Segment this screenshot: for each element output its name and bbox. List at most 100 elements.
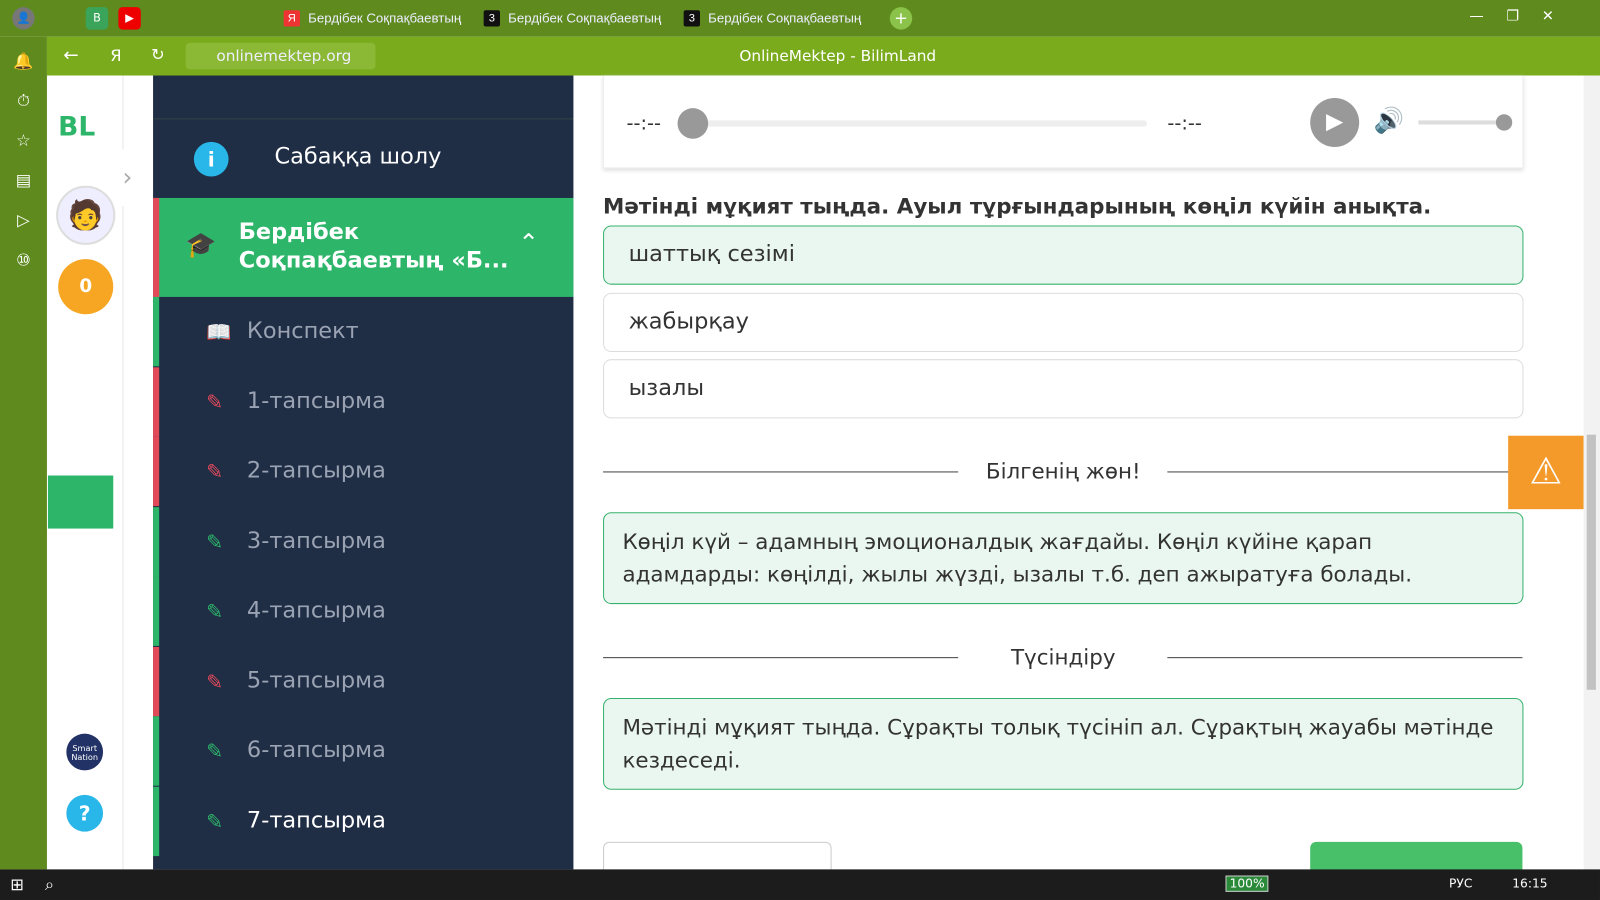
volume-icon[interactable]: 🔊	[1373, 106, 1404, 135]
new-tab-button[interactable]: +	[889, 7, 913, 30]
nav-item[interactable]: ✎ 4-тапсырма	[153, 576, 573, 646]
status-strip	[153, 436, 160, 507]
start-icon[interactable]: ⊞	[10, 874, 24, 893]
language-indicator[interactable]: РУС	[1449, 877, 1472, 891]
avatar[interactable]: 🧑	[56, 185, 116, 245]
volume-slider[interactable]	[1418, 114, 1513, 131]
status-strip	[153, 506, 160, 577]
nav-item-label: 3-тапсырма	[246, 528, 386, 554]
url-field[interactable]: onlinemektep.org	[185, 42, 376, 70]
edit-icon: ✎	[206, 668, 224, 694]
answer-option[interactable]: ызалы	[603, 359, 1524, 419]
site-icon: 3	[483, 10, 500, 27]
browser-sidebar: 🔔 ⏱ ☆ ▤ ▷ ⑩	[0, 36, 47, 870]
info-icon: i	[193, 141, 229, 177]
browser-tab[interactable]: 3 Бердібек Соқпақбаевтың	[682, 6, 876, 30]
option-label: жабырқау	[628, 309, 749, 335]
scrollbar[interactable]	[1583, 75, 1600, 870]
question-text: Мәтінді мұқият тыңда. Ауыл тұрғындарының…	[603, 193, 1432, 219]
edit-icon: ✎	[206, 459, 224, 484]
answer-option[interactable]: жабырқау	[603, 292, 1524, 353]
reload-icon[interactable]: ↻	[151, 45, 165, 64]
edit-icon: ✎	[206, 808, 224, 834]
bilimland-logo[interactable]: BL	[58, 112, 95, 143]
browser-tab-bar: 👤 B ▶ Я Бердібек Соқпақбаевтың 3 Бердібек …	[0, 0, 1600, 37]
nav-overview[interactable]: i Сабаққа шолу	[153, 118, 574, 198]
nav-item[interactable]: ✎ 7-тапсырма	[153, 786, 573, 856]
tab-label: Бердібек Соқпақбаевтың	[308, 10, 462, 26]
chevron-up-icon[interactable]: ⌃	[518, 229, 539, 258]
edit-icon: ✎	[206, 389, 224, 414]
know-heading: Білгенің жөн!	[985, 459, 1141, 484]
nav-item[interactable]: ✎ 1-тапсырма	[153, 366, 573, 437]
seek-handle[interactable]	[677, 108, 709, 139]
lesson-nav: i Сабаққа шолу 🎓 Бердібек Соқпақбаевтың …	[153, 75, 574, 870]
audio-player: --:-- --:-- ▶ 🔊	[603, 75, 1524, 169]
onlinemektep-button[interactable]	[47, 475, 114, 529]
address-bar: ← Я ↻ onlinemektep.org OnlineMektep - Bi…	[46, 36, 1600, 76]
nav-item[interactable]: ✎ 2-тапсырма	[153, 436, 573, 507]
nav-item[interactable]: 📖 Конспект	[153, 296, 573, 367]
nav-item-label: 2-тапсырма	[246, 458, 386, 484]
nav-current-label: Бердібек Соқпақбаевтың «Б...	[238, 219, 509, 274]
play-button[interactable]: ▶	[1310, 97, 1360, 147]
know-text: Көңіл күй – адамның эмоционалдық жағдайы…	[603, 512, 1524, 605]
yandex-icon: Я	[283, 10, 300, 27]
option-label: ызалы	[628, 375, 705, 402]
browser-tab[interactable]: Я Бердібек Соқпақбаевтың	[282, 6, 476, 30]
tab-label: Бердібек Соқпақбаевтың	[708, 10, 862, 26]
pinned-tab[interactable]: B	[85, 7, 109, 30]
status-strip	[153, 366, 160, 437]
volume-handle[interactable]	[1495, 114, 1513, 131]
graduation-cap-icon: 🎓	[185, 230, 217, 260]
score-badge: 0	[58, 259, 114, 315]
nav-item[interactable]: ✎ 6-тапсырма	[153, 716, 573, 786]
nav-current-lesson[interactable]: 🎓 Бердібек Соқпақбаевтың «Б... ⌃	[153, 197, 574, 297]
clock[interactable]: 16:15	[1512, 877, 1547, 891]
help-button[interactable]: ?	[66, 794, 104, 832]
windows-taskbar: ⊞ ⌕ 100% РУС 16:15	[0, 869, 1600, 900]
youtube-icon[interactable]: ▶	[118, 7, 141, 30]
nav-item-label: Конспект	[246, 318, 359, 344]
status-strip	[153, 716, 160, 786]
explain-heading: Түсіндіру	[1010, 644, 1116, 670]
option-label: шаттық сезімі	[628, 241, 795, 268]
explain-text: Мәтінді мұқият тыңда. Сұрақты толық түсі…	[603, 697, 1524, 790]
window-controls[interactable]: — ❐ ✕	[1469, 8, 1553, 24]
nav-item-label: 1-тапсырма	[246, 388, 386, 414]
book-icon: 📖	[206, 319, 232, 344]
edit-icon: ✎	[206, 738, 224, 764]
status-strip	[153, 576, 160, 646]
site-icon: 3	[683, 10, 700, 27]
url-text: onlinemektep.org	[216, 46, 352, 66]
status-strip	[153, 296, 160, 367]
yandex-icon[interactable]: Я	[110, 46, 121, 65]
status-strip	[153, 786, 160, 856]
nav-item[interactable]: ✎ 3-тапсырма	[153, 506, 573, 577]
seek-slider[interactable]	[677, 108, 1147, 139]
profile-icon[interactable]: 👤	[12, 7, 35, 30]
answer-option[interactable]: шаттық сезімі	[603, 225, 1524, 285]
search-icon[interactable]: ⌕	[45, 874, 54, 894]
scrollbar-thumb[interactable]	[1586, 434, 1596, 690]
total-time: --:--	[1167, 112, 1202, 135]
nav-item-label: 6-тапсырма	[246, 737, 386, 764]
nav-item-label: 5-тапсырма	[246, 667, 386, 694]
nav-item-label: 7-тапсырма	[246, 807, 386, 834]
back-icon[interactable]: ←	[63, 45, 78, 66]
sidebar-icons[interactable]: 🔔 ⏱ ☆ ▤ ▷ ⑩	[0, 41, 47, 280]
main-content: --:-- --:-- ▶ 🔊 Мәтінді мұқият тыңда. Ау…	[573, 75, 1584, 883]
edit-icon: ✎	[206, 598, 224, 624]
expand-chevron-icon[interactable]: ›	[110, 146, 156, 209]
page-title: OnlineMektep - BilimLand	[739, 46, 937, 66]
browser-tab[interactable]: 3 Бердібек Соқпақбаевтың	[482, 6, 676, 30]
nav-item-label: 4-тапсырма	[246, 597, 386, 624]
tab-label: Бердібек Соқпақбаевтың	[508, 10, 662, 26]
nav-overview-label: Сабаққа шолу	[274, 143, 442, 170]
nav-item[interactable]: ✎ 5-тапсырма	[153, 646, 573, 716]
status-strip	[153, 646, 160, 716]
smart-nation-logo[interactable]: Smart Nation	[66, 733, 104, 771]
current-time: --:--	[626, 112, 662, 135]
zoom-indicator[interactable]: 100%	[1225, 875, 1269, 892]
report-warning-button[interactable]: ⚠	[1508, 435, 1584, 510]
